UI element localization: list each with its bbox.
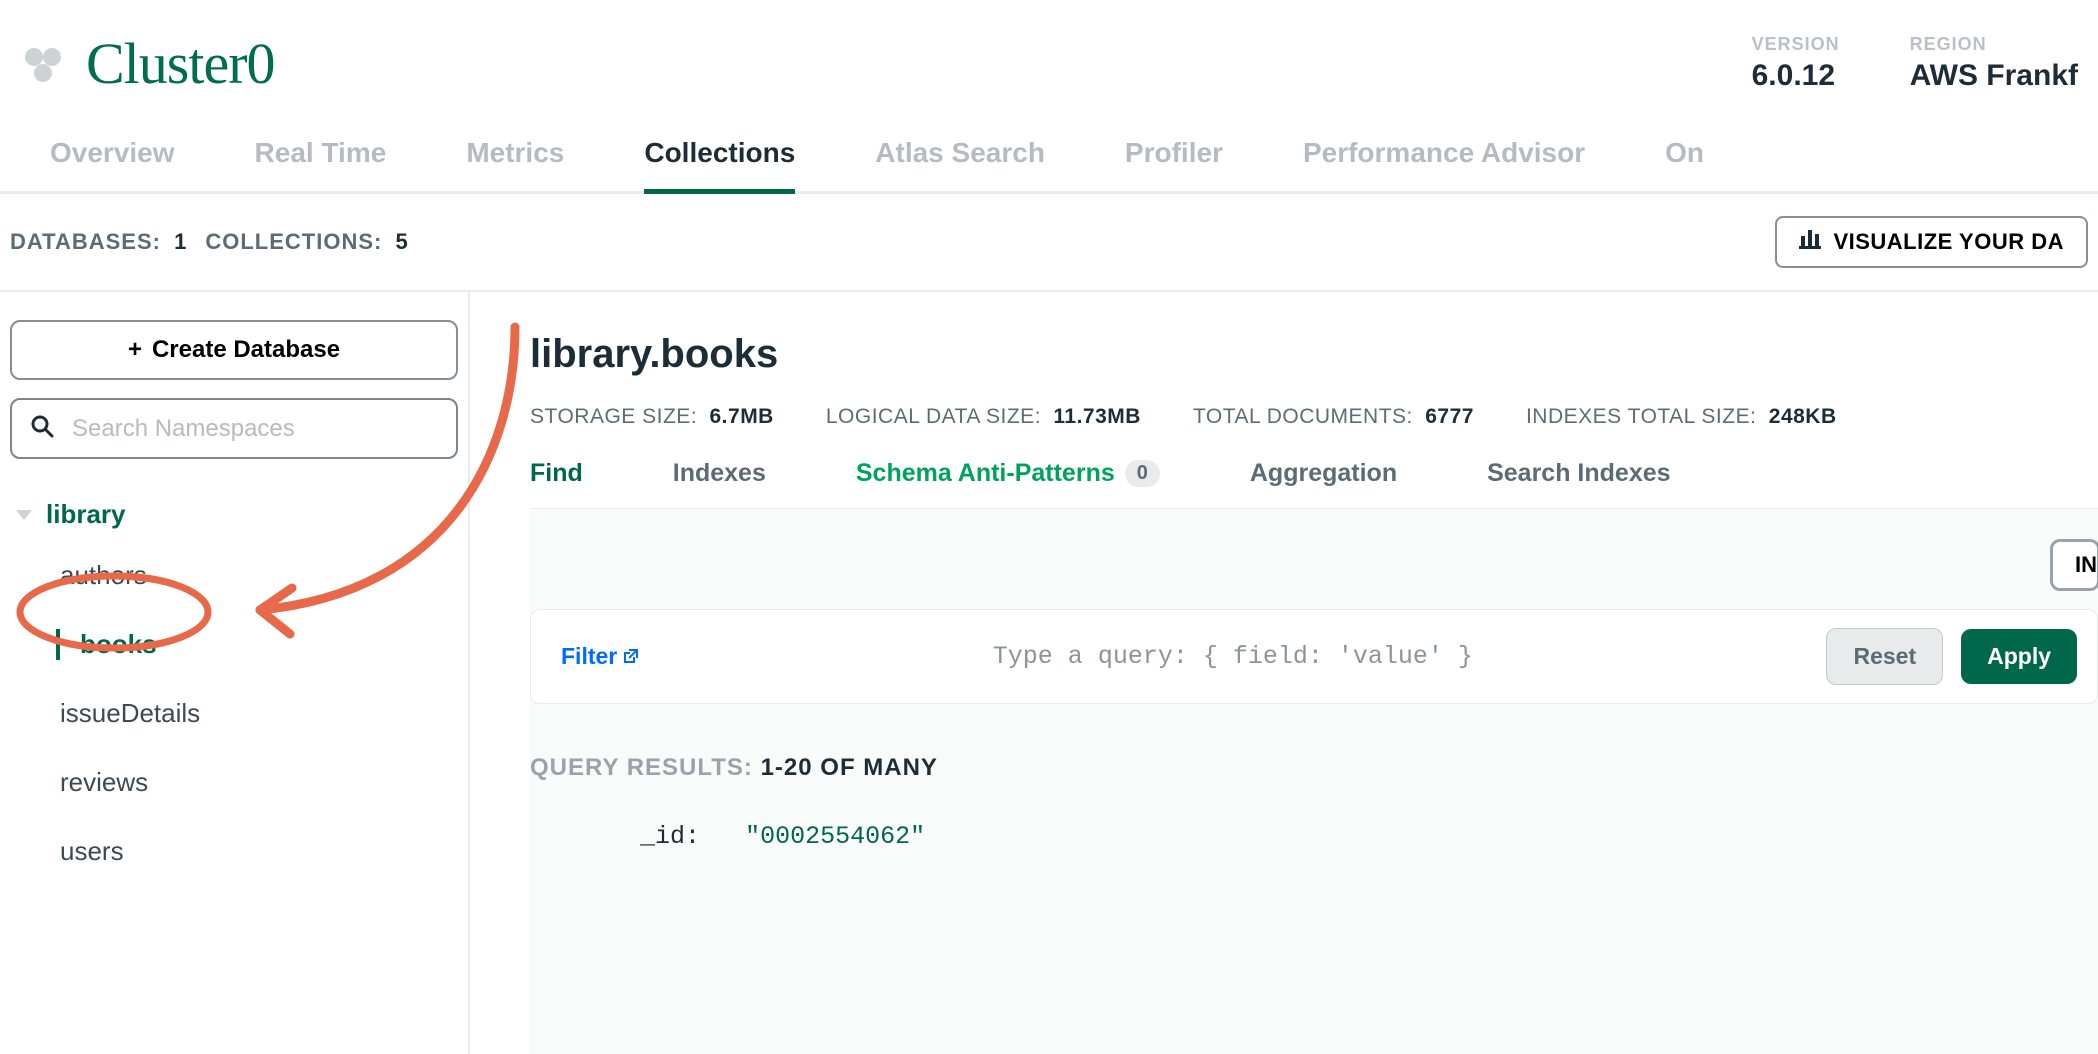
filter-row: Filter Reset Apply [530,609,2098,704]
create-database-button[interactable]: + Create Database [10,320,458,380]
collection-item-issueDetails[interactable]: issueDetails [60,698,458,729]
top-tabs: Overview Real Time Metrics Collections A… [0,107,2098,194]
create-database-label: Create Database [152,336,340,364]
stats-bar: DATABASES: 1 COLLECTIONS: 5 VISUALIZE YO… [0,194,2098,292]
subtab-indexes[interactable]: Indexes [673,459,766,488]
storage-size-stat: STORAGE SIZE: 6.7MB [530,405,774,429]
visualize-label: VISUALIZE YOUR DA [1833,229,2064,255]
insert-button[interactable]: IN [2050,539,2098,591]
collections-stat: COLLECTIONS: 5 [205,229,408,255]
collections-label: COLLECTIONS: [205,229,382,254]
visualize-button[interactable]: VISUALIZE YOUR DA [1775,216,2088,268]
search-namespaces-wrap[interactable] [10,398,458,459]
version-label: VERSION [1752,34,1840,55]
databases-stat: DATABASES: 1 [10,229,187,255]
database-row-library[interactable]: library [16,499,458,530]
namespace-title: library.books [530,332,2098,377]
search-icon [30,414,54,443]
version-value: 6.0.12 [1752,59,1840,93]
search-namespaces-input[interactable] [72,415,438,443]
databases-value: 1 [174,229,187,254]
filter-label[interactable]: Filter [561,643,639,670]
meta-version: VERSION 6.0.12 [1752,34,1840,93]
header-left: Cluster0 [20,30,275,97]
subtab-find[interactable]: Find [530,459,583,488]
schema-count-badge: 0 [1125,460,1160,487]
plus-icon: + [128,336,142,364]
tab-profiler[interactable]: Profiler [1125,137,1223,191]
logical-size-stat: LOGICAL DATA SIZE: 11.73MB [826,405,1141,429]
chevron-down-icon [16,510,32,520]
body: + Create Database library authors books … [0,292,2098,1054]
tab-overview[interactable]: Overview [50,137,175,191]
sidebar: + Create Database library authors books … [0,292,470,1054]
reset-button[interactable]: Reset [1826,628,1943,685]
tab-performance-advisor[interactable]: Performance Advisor [1303,137,1585,191]
query-results-label: QUERY RESULTS: 1-20 OF MANY [530,754,2098,782]
namespace-stats: STORAGE SIZE: 6.7MB LOGICAL DATA SIZE: 1… [530,405,2098,429]
subtab-schema-anti-patterns[interactable]: Schema Anti-Patterns 0 [856,459,1160,488]
database-tree: library authors books issueDetails revie… [10,499,458,867]
stats-left: DATABASES: 1 COLLECTIONS: 5 [10,229,409,255]
main-panel: library.books STORAGE SIZE: 6.7MB LOGICA… [470,292,2098,1054]
total-documents-stat: TOTAL DOCUMENTS: 6777 [1193,405,1474,429]
collection-item-authors[interactable]: authors [60,560,458,591]
tab-real-time[interactable]: Real Time [255,137,387,191]
tab-online[interactable]: On [1665,137,1704,191]
tab-collections[interactable]: Collections [644,137,795,194]
chart-icon [1799,228,1821,256]
collection-subtabs: Find Indexes Schema Anti-Patterns 0 Aggr… [530,459,2098,488]
collection-item-users[interactable]: users [60,836,458,867]
doc-field-value: "0002554062" [745,822,925,851]
database-name: library [46,499,126,530]
external-link-icon [623,643,639,670]
apply-button[interactable]: Apply [1961,629,2077,684]
document-view[interactable]: _id: "0002554062" [530,822,2098,851]
subtab-aggregation[interactable]: Aggregation [1250,459,1397,488]
doc-field-key: _id: [640,822,700,851]
header-meta: VERSION 6.0.12 REGION AWS Frankf [1752,34,2088,93]
databases-label: DATABASES: [10,229,161,254]
filter-input[interactable] [657,642,1808,671]
cluster-icon [20,41,66,87]
meta-region: REGION AWS Frankf [1910,34,2078,93]
collection-item-books[interactable]: books [56,629,458,660]
region-label: REGION [1910,34,2078,55]
cluster-header: Cluster0 VERSION 6.0.12 REGION AWS Frank… [0,0,2098,107]
collection-item-reviews[interactable]: reviews [60,767,458,798]
query-area: IN Filter Reset Apply QUERY RESULTS: 1 [530,508,2098,1054]
subtab-search-indexes[interactable]: Search Indexes [1487,459,1670,488]
cluster-title[interactable]: Cluster0 [86,30,275,97]
tab-atlas-search[interactable]: Atlas Search [875,137,1045,191]
collection-list: authors books issueDetails reviews users [16,560,458,867]
collections-value: 5 [395,229,408,254]
indexes-size-stat: INDEXES TOTAL SIZE: 248KB [1526,405,1837,429]
region-value: AWS Frankf [1910,59,2078,93]
tab-metrics[interactable]: Metrics [466,137,564,191]
